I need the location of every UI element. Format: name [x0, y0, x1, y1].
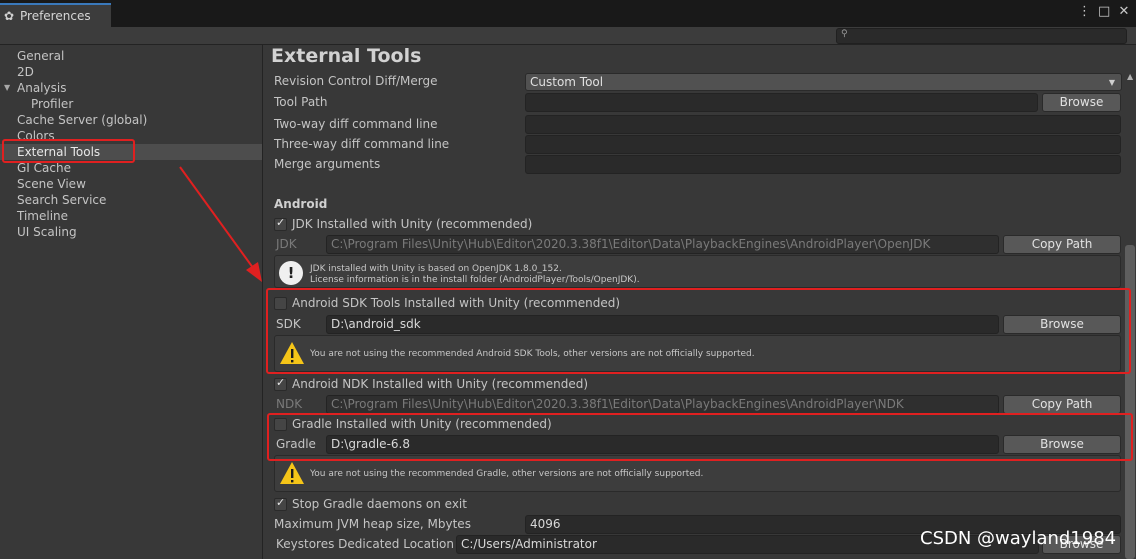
watermark: CSDN @wayland1984	[920, 528, 1117, 549]
annotation-arrow-icon	[179, 166, 262, 282]
